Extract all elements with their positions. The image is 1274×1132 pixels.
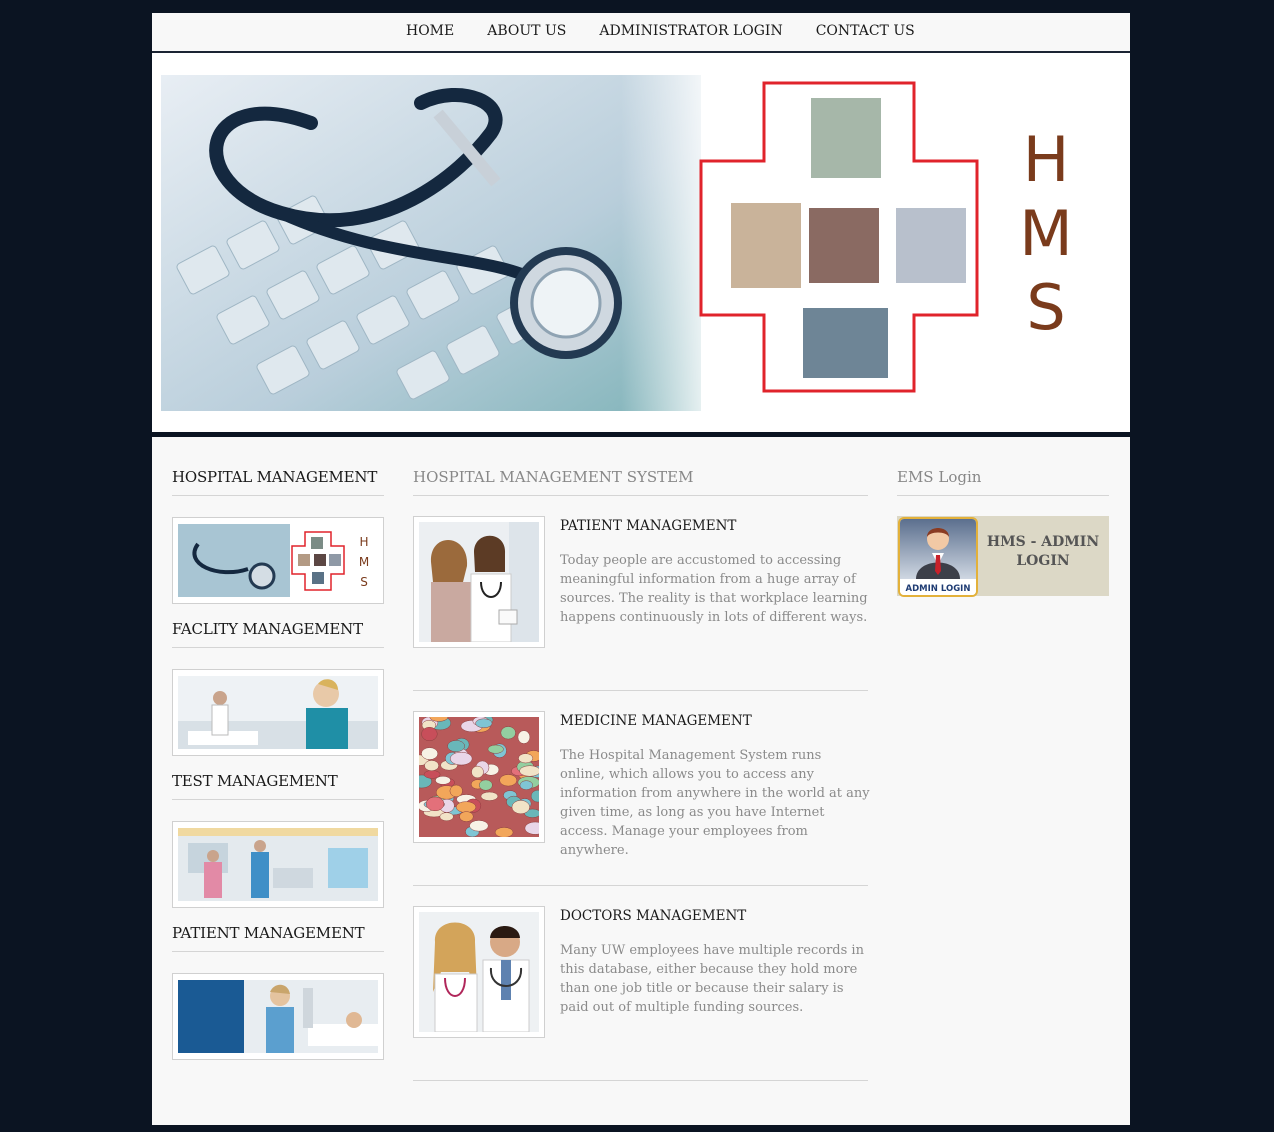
- sidebar-item-facility-management: FACLITY MANAGEMENT: [172, 620, 384, 756]
- admin-login-button[interactable]: ADMIN LOGIN HMS - ADMIN LOGIN: [897, 516, 1109, 597]
- sidebar-item-title: FACLITY MANAGEMENT: [172, 620, 384, 648]
- page: HOME ABOUT US ADMINISTRATOR LOGIN CONTAC…: [152, 13, 1130, 1125]
- hospital-management-image[interactable]: H M S: [172, 517, 384, 604]
- article-image[interactable]: [413, 516, 545, 648]
- banner-letter-s: S: [1026, 271, 1065, 344]
- sidebar-item-title: PATIENT MANAGEMENT: [172, 924, 384, 952]
- article-medicine-management: MEDICINE MANAGEMENT The Hospital Managem…: [413, 691, 870, 886]
- patient-management-image[interactable]: [172, 973, 384, 1060]
- article-image[interactable]: [413, 711, 545, 843]
- sidebar-item-patient-management: PATIENT MANAGEMENT: [172, 924, 384, 1060]
- article-text: Today people are accustomed to accessing…: [560, 553, 868, 625]
- banner-letter-m: M: [1019, 197, 1073, 270]
- svg-text:S: S: [360, 575, 368, 589]
- top-nav: HOME ABOUT US ADMINISTRATOR LOGIN CONTAC…: [152, 13, 1130, 53]
- nav-administrator-login[interactable]: ADMINISTRATOR LOGIN: [599, 23, 782, 39]
- nav-contact-us[interactable]: CONTACT US: [816, 23, 915, 39]
- article-doctors-management: DOCTORS MANAGEMENT Many UW employees hav…: [413, 886, 868, 1081]
- right-sidebar: EMS Login ADMIN LOGIN HMS - ADMIN LOGIN: [897, 468, 1109, 597]
- admin-icon-caption: ADMIN LOGIN: [906, 584, 971, 594]
- main-heading: HOSPITAL MANAGEMENT SYSTEM: [413, 468, 868, 496]
- article-title: PATIENT MANAGEMENT: [560, 518, 737, 534]
- banner-image: H M S: [161, 63, 1111, 421]
- sidebar-item-test-management: TEST MANAGEMENT: [172, 772, 384, 908]
- sidebar-item-title: HOSPITAL MANAGEMENT: [172, 468, 384, 496]
- article-patient-management: PATIENT MANAGEMENT Today people are accu…: [413, 496, 868, 691]
- article-title: DOCTORS MANAGEMENT: [560, 908, 747, 924]
- facility-management-image[interactable]: [172, 669, 384, 756]
- admin-login-label: HMS - ADMIN LOGIN: [986, 534, 1100, 569]
- article-title: MEDICINE MANAGEMENT: [560, 713, 752, 729]
- nav-about-us[interactable]: ABOUT US: [487, 23, 566, 39]
- left-sidebar: HOSPITAL MANAGEMENT H M S FACLITY MANAGE…: [172, 468, 384, 1060]
- article-text: Many UW employees have multiple records …: [560, 943, 864, 1015]
- nav-home[interactable]: HOME: [406, 23, 454, 39]
- article-text: The Hospital Management System runs onli…: [560, 748, 870, 858]
- banner-letter-h: H: [1023, 123, 1070, 196]
- sidebar-item-title: TEST MANAGEMENT: [172, 772, 384, 800]
- svg-text:M: M: [359, 555, 369, 569]
- sidebar-item-hospital-management: HOSPITAL MANAGEMENT H M S: [172, 468, 384, 604]
- main-content: HOSPITAL MANAGEMENT SYSTEM PATIENT MANAG…: [413, 468, 870, 1081]
- banner-area: H M S: [152, 53, 1130, 432]
- admin-user-icon: ADMIN LOGIN: [898, 517, 978, 597]
- article-image[interactable]: [413, 906, 545, 1038]
- test-management-image[interactable]: [172, 821, 384, 908]
- banner-divider: [152, 432, 1130, 437]
- login-heading: EMS Login: [897, 468, 1109, 496]
- svg-text:H: H: [359, 535, 368, 549]
